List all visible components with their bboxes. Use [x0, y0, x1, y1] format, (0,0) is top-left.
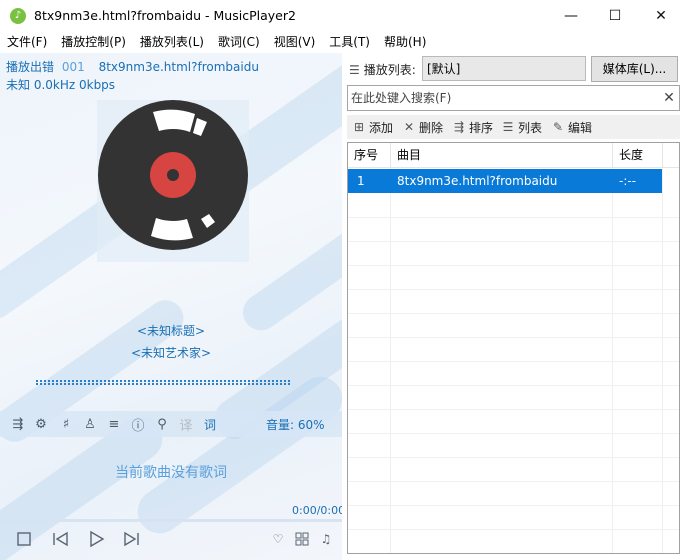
menu-playlist[interactable]: 播放列表(L) — [133, 32, 211, 52]
playlist-music-icon[interactable]: ♫ — [314, 527, 338, 551]
grid-line — [348, 361, 679, 362]
delete-button[interactable]: ✕ 删除 — [402, 118, 443, 136]
edit-label: 编辑 — [568, 120, 593, 135]
grid-line — [348, 265, 679, 266]
grid-line — [348, 241, 679, 242]
grid-line — [348, 313, 679, 314]
spectrum-bar — [36, 380, 292, 386]
row-track: 8tx9nm3e.html?frombaidu — [397, 174, 558, 188]
grid-line — [348, 529, 679, 530]
skin-shirt-icon[interactable]: ♙ — [81, 415, 99, 433]
mini-mode-grid-icon[interactable] — [290, 527, 314, 551]
menu-lyrics[interactable]: 歌词(C) — [211, 32, 267, 52]
grid-line — [348, 457, 679, 458]
seek-bar[interactable] — [0, 519, 342, 522]
menu-tools[interactable]: 工具(T) — [322, 32, 377, 52]
play-icon[interactable] — [84, 527, 108, 551]
background-decoration — [235, 204, 342, 338]
clear-search-icon[interactable]: ✕ — [660, 89, 678, 107]
delete-x-icon: ✕ — [403, 120, 415, 134]
menu-lines-icon[interactable]: ≡ — [105, 415, 123, 433]
volume-readout[interactable]: 音量: 60% — [266, 416, 325, 433]
sort-label: 排序 — [469, 120, 494, 135]
format-info: 未知 0.0kHz 0kbps — [6, 78, 116, 92]
app-music-icon: ♪ — [10, 8, 26, 24]
favorite-heart-icon[interactable]: ♡ — [266, 527, 290, 551]
grid-line — [348, 481, 679, 482]
close-button[interactable]: ✕ — [638, 0, 684, 32]
title-bar: ♪ 8tx9nm3e.html?frombaidu - MusicPlayer2… — [0, 0, 684, 32]
table-row[interactable]: 1 8tx9nm3e.html?frombaidu -:-- — [348, 169, 662, 193]
playlist-label-group: ☰ 播放列表: — [349, 61, 416, 78]
lyric-area: 当前歌曲没有歌词 — [115, 465, 227, 481]
current-file-name: 8tx9nm3e.html?frombaidu — [98, 60, 259, 74]
playlist-lines-icon: ☰ — [349, 62, 360, 77]
list-icon: ☰ — [502, 120, 514, 134]
menu-file[interactable]: 文件(F) — [0, 32, 54, 52]
grid-line — [348, 385, 679, 386]
menu-bar: 文件(F) 播放控制(P) 播放列表(L) 歌词(C) 视图(V) 工具(T) … — [0, 32, 684, 52]
maximize-button[interactable]: ☐ — [592, 0, 638, 32]
lyric-button[interactable]: 词 — [201, 415, 219, 433]
media-library-button[interactable]: 媒体库(L)... — [591, 56, 678, 82]
playlist-table: 序号 曲目 长度 1 8tx9nm3e.html?frombaidu -:-- — [347, 142, 680, 554]
playlist-toggle-icon[interactable]: ⇶ — [9, 415, 27, 433]
info-icon[interactable]: ⓘ — [129, 415, 147, 434]
settings-gear-icon[interactable]: ⚙ — [32, 415, 50, 433]
column-header-no[interactable]: 序号 — [348, 143, 391, 168]
playback-status-line: 播放出错 001 8tx9nm3e.html?frombaidu — [6, 58, 259, 75]
row-length: -:-- — [619, 174, 637, 188]
current-playlist-field[interactable]: [默认] — [422, 56, 586, 81]
minimize-button[interactable]: — — [548, 0, 594, 32]
grid-line — [348, 433, 679, 434]
window-title: 8tx9nm3e.html?frombaidu - MusicPlayer2 — [34, 8, 296, 23]
grid-line — [348, 217, 679, 218]
translate-button[interactable]: 译 — [177, 415, 195, 434]
track-number: 001 — [61, 60, 85, 74]
add-button[interactable]: ⊞ 添加 — [352, 118, 393, 136]
row-number: 1 — [357, 174, 365, 188]
column-header-length[interactable]: 长度 — [613, 143, 663, 168]
edit-button[interactable]: ✎ 编辑 — [551, 118, 592, 136]
grid-line — [348, 409, 679, 410]
next-icon[interactable] — [120, 527, 144, 551]
menu-playback-control[interactable]: 播放控制(P) — [54, 32, 133, 52]
grid-line — [348, 337, 679, 338]
search-icon[interactable]: ⚲ — [153, 415, 171, 433]
sort-button[interactable]: ⇶ 排序 — [452, 118, 493, 136]
search-box: ✕ — [347, 85, 680, 111]
grid-line — [348, 505, 679, 506]
sort-icon: ⇶ — [453, 120, 465, 134]
search-input[interactable] — [351, 89, 651, 107]
column-header-track[interactable]: 曲目 — [391, 143, 613, 168]
vinyl-disc-icon — [98, 100, 248, 250]
grid-line — [348, 289, 679, 290]
album-cover — [97, 100, 249, 262]
menu-help[interactable]: 帮助(H) — [377, 32, 433, 52]
play-status: 播放出错 — [6, 60, 55, 74]
equalizer-icon[interactable]: ♯ — [57, 415, 75, 433]
playlist-toolbar: ⊞ 添加 ✕ 删除 ⇶ 排序 ☰ 列表 ✎ 编辑 — [347, 115, 680, 139]
list-label: 列表 — [518, 120, 543, 135]
pencil-icon: ✎ — [552, 120, 564, 134]
delete-label: 删除 — [419, 120, 444, 135]
previous-icon[interactable] — [48, 527, 72, 551]
song-artist: <未知艺术家> — [130, 346, 212, 360]
menu-view[interactable]: 视图(V) — [267, 32, 323, 52]
now-playing-pane: 播放出错 001 8tx9nm3e.html?frombaidu 未知 0.0k… — [0, 53, 342, 560]
plus-icon: ⊞ — [353, 120, 365, 134]
time-readout: 0:00/0:00 — [292, 504, 342, 517]
list-button[interactable]: ☰ 列表 — [501, 118, 542, 136]
table-header: 序号 曲目 长度 — [348, 143, 679, 168]
song-title: <未知标题> — [136, 324, 206, 338]
add-label: 添加 — [369, 120, 394, 135]
stop-icon[interactable] — [12, 527, 36, 551]
playlist-label: 播放列表: — [363, 63, 416, 77]
